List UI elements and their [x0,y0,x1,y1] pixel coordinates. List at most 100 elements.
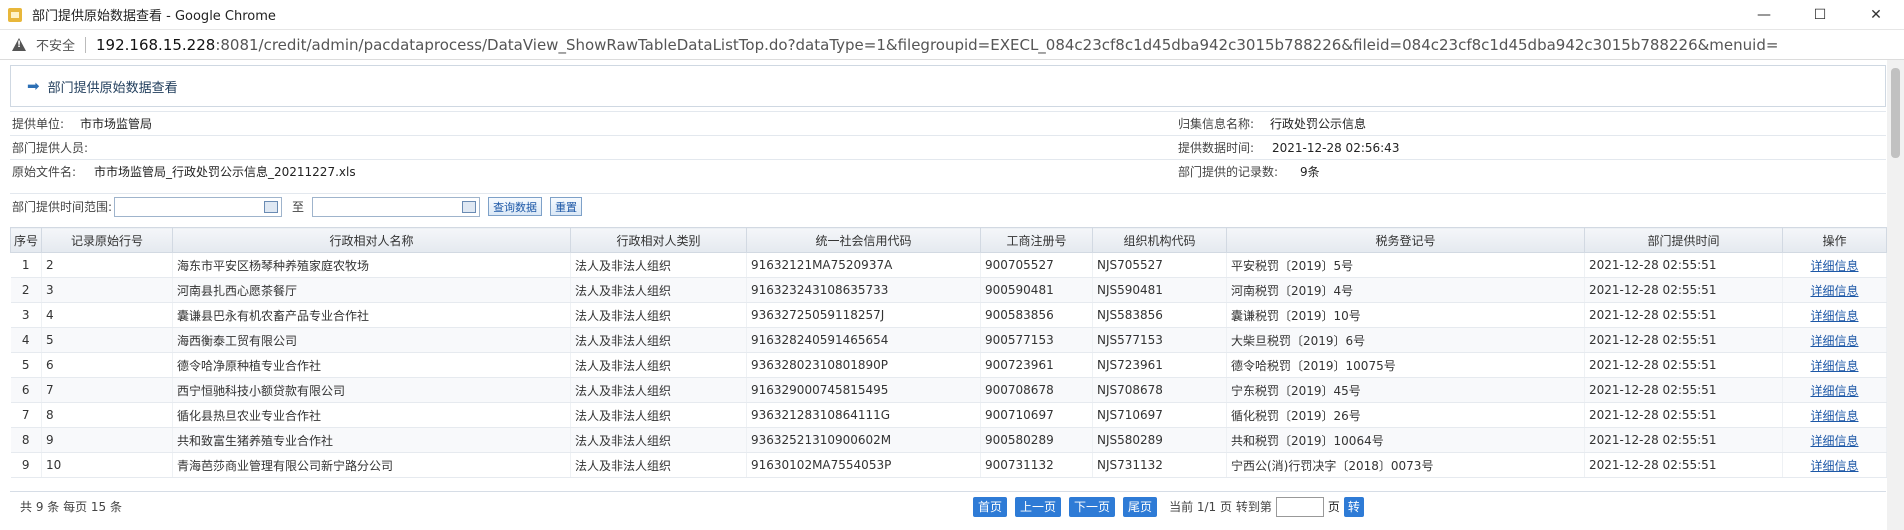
filter-bar: 部门提供时间范围: 至 查询数据 重置 [10,193,1886,219]
col-header[interactable]: 行政相对人名称 [172,227,571,253]
cell-tax-reg-no: 大柴旦税罚〔2019〕6号 [1226,327,1585,353]
detail-link[interactable]: 详细信息 [1810,384,1858,398]
cell-org-code: NJS580289 [1092,427,1227,453]
cell-action[interactable]: 详细信息 [1782,377,1887,403]
table-row[interactable]: 4 5 海西衡泰工贸有限公司 法人及非法人组织 916328240591465654 90… [10,327,1887,353]
divider [85,36,87,53]
cell-subject-category: 法人及非法人组织 [570,277,747,303]
cell-credit-code: 93632725059118257J [746,302,981,328]
cell-action[interactable]: 详细信息 [1782,252,1887,278]
cell-subject-category: 法人及非法人组织 [570,352,747,378]
cell-provided-time: 2021-12-28 02:55:51 [1584,452,1783,478]
cell-subject-name: 西宁恒驰科技小额贷款有限公司 [172,377,571,403]
detail-link[interactable]: 详细信息 [1810,409,1858,423]
table-row[interactable]: 3 4 囊谦县巴永有机农畜产品专业合作社 法人及非法人组织 93632725059118… [10,302,1887,328]
cell-tax-reg-no: 循化税罚〔2019〕26号 [1226,402,1585,428]
col-header[interactable]: 记录原始行号 [41,227,173,253]
start-date-input[interactable] [114,196,283,217]
cell-raw-row-number: 7 [41,377,173,403]
cell-row-index: 8 [10,427,42,453]
detail-link[interactable]: 详细信息 [1810,259,1858,273]
cell-action[interactable]: 详细信息 [1782,327,1887,353]
go-button[interactable]: 转 [1343,496,1364,517]
cell-provided-time: 2021-12-28 02:55:51 [1584,402,1783,428]
col-header[interactable]: 统一社会信用代码 [746,227,981,253]
cell-credit-code: 93632521310900602M [746,427,981,453]
table-row[interactable]: 8 9 共和致富生猪养殖专业合作社 法人及非法人组织 93632521310900602… [10,427,1887,453]
prev-page-button[interactable]: 上一页 [1015,496,1062,517]
col-header[interactable]: 部门提供时间 [1584,227,1783,253]
col-header[interactable]: 行政相对人类别 [570,227,747,253]
cell-action[interactable]: 详细信息 [1782,452,1887,478]
cell-raw-row-number: 3 [41,277,173,303]
cell-subject-name: 青海芭莎商业管理有限公司新宁路分公司 [172,452,571,478]
cell-row-index: 3 [10,302,42,328]
last-page-button[interactable]: 尾页 [1123,496,1158,517]
cell-row-index: 2 [10,277,42,303]
address-bar[interactable]: 不安全 192.168.15.228:8081/credit/admin/pac… [0,30,1904,60]
table-row[interactable]: 9 10 青海芭莎商业管理有限公司新宁路分公司 法人及非法人组织 91630102MA7… [10,452,1887,478]
detail-link[interactable]: 详细信息 [1810,309,1858,323]
cell-row-index: 4 [10,327,42,353]
detail-link[interactable]: 详细信息 [1810,334,1858,348]
col-header[interactable]: 序号 [10,227,42,253]
end-date-input[interactable] [312,196,481,217]
table-row[interactable]: 2 3 河南县扎西心愿茶餐厅 法人及非法人组织 916323243108635733 90… [10,277,1887,303]
cell-provided-time: 2021-12-28 02:55:51 [1584,277,1783,303]
detail-link[interactable]: 详细信息 [1810,359,1858,373]
url-path: :8081/credit/admin/pacdataprocess/DataVi… [215,35,1779,54]
cell-tax-reg-no: 宁西公(消)行罚决字〔2018〕0073号 [1226,452,1585,478]
to-label: 至 [292,200,305,214]
detail-link[interactable]: 详细信息 [1810,434,1858,448]
table-row[interactable]: 5 6 德令哈净原种植专业合作社 法人及非法人组织 93632802310801890P… [10,352,1887,378]
col-header[interactable]: 税务登记号 [1226,227,1585,253]
close-button[interactable]: ✕ [1848,0,1904,30]
arrow-right-icon: ➡ [27,77,40,95]
cell-action[interactable]: 详细信息 [1782,402,1887,428]
warning-icon[interactable] [12,38,26,51]
col-header[interactable]: 操作 [1782,227,1887,253]
calendar-icon[interactable] [462,200,477,213]
calendar-icon[interactable] [264,200,279,213]
info-row-2: 部门提供人员: 提供数据时间: 2021-12-28 02:56:43 [10,135,1886,159]
security-label[interactable]: 不安全 [36,35,75,54]
cell-tax-reg-no: 共和税罚〔2019〕10064号 [1226,427,1585,453]
cell-action[interactable]: 详细信息 [1782,277,1887,303]
cell-business-reg-no: 900705527 [980,252,1093,278]
pagination: 共 9 条 每页 15 条 首页 上一页 下一页 尾页 当前 1/1 页 转到第… [10,491,1886,521]
person-label: 部门提供人员: [12,141,89,155]
next-page-button[interactable]: 下一页 [1069,496,1116,517]
cell-action[interactable]: 详细信息 [1782,427,1887,453]
url-text[interactable]: 192.168.15.228:8081/credit/admin/pacdata… [96,36,1778,54]
table-row[interactable]: 6 7 西宁恒驰科技小额贷款有限公司 法人及非法人组织 9163290007458154… [10,377,1887,403]
minimize-button[interactable]: — [1736,0,1792,30]
maximize-button[interactable]: ☐ [1792,0,1848,30]
detail-link[interactable]: 详细信息 [1810,459,1858,473]
app-icon [8,7,22,22]
col-header[interactable]: 组织机构代码 [1092,227,1227,253]
cell-tax-reg-no: 宁东税罚〔2019〕45号 [1226,377,1585,403]
cell-subject-name: 河南县扎西心愿茶餐厅 [172,277,571,303]
cell-subject-category: 法人及非法人组织 [570,452,747,478]
cell-raw-row-number: 10 [41,452,173,478]
reset-button[interactable]: 重置 [550,197,583,216]
col-header[interactable]: 工商注册号 [980,227,1093,253]
cell-action[interactable]: 详细信息 [1782,352,1887,378]
cell-business-reg-no: 900723961 [980,352,1093,378]
table-row[interactable]: 7 8 循化县热旦农业专业合作社 法人及非法人组织 93632128310864111G… [10,402,1887,428]
page-number-input[interactable] [1275,496,1324,517]
cell-credit-code: 916328240591465654 [746,327,981,353]
cell-raw-row-number: 8 [41,402,173,428]
detail-link[interactable]: 详细信息 [1810,284,1858,298]
scrollbar-thumb[interactable] [1891,68,1900,158]
query-button[interactable]: 查询数据 [488,197,543,216]
first-page-button[interactable]: 首页 [973,496,1008,517]
cell-raw-row-number: 9 [41,427,173,453]
cell-action[interactable]: 详细信息 [1782,302,1887,328]
count-value: 9条 [1300,165,1320,179]
table-row[interactable]: 1 2 海东市平安区杨琴种养殖家庭农牧场 法人及非法人组织 91632121MA7520… [10,252,1887,278]
count-label: 部门提供的记录数: [1178,165,1279,179]
cell-raw-row-number: 2 [41,252,173,278]
vertical-scrollbar[interactable] [1887,60,1904,530]
info-row-3: 原始文件名: 市市场监管局_行政处罚公示信息_20211227.xls 部门提供… [10,159,1886,183]
